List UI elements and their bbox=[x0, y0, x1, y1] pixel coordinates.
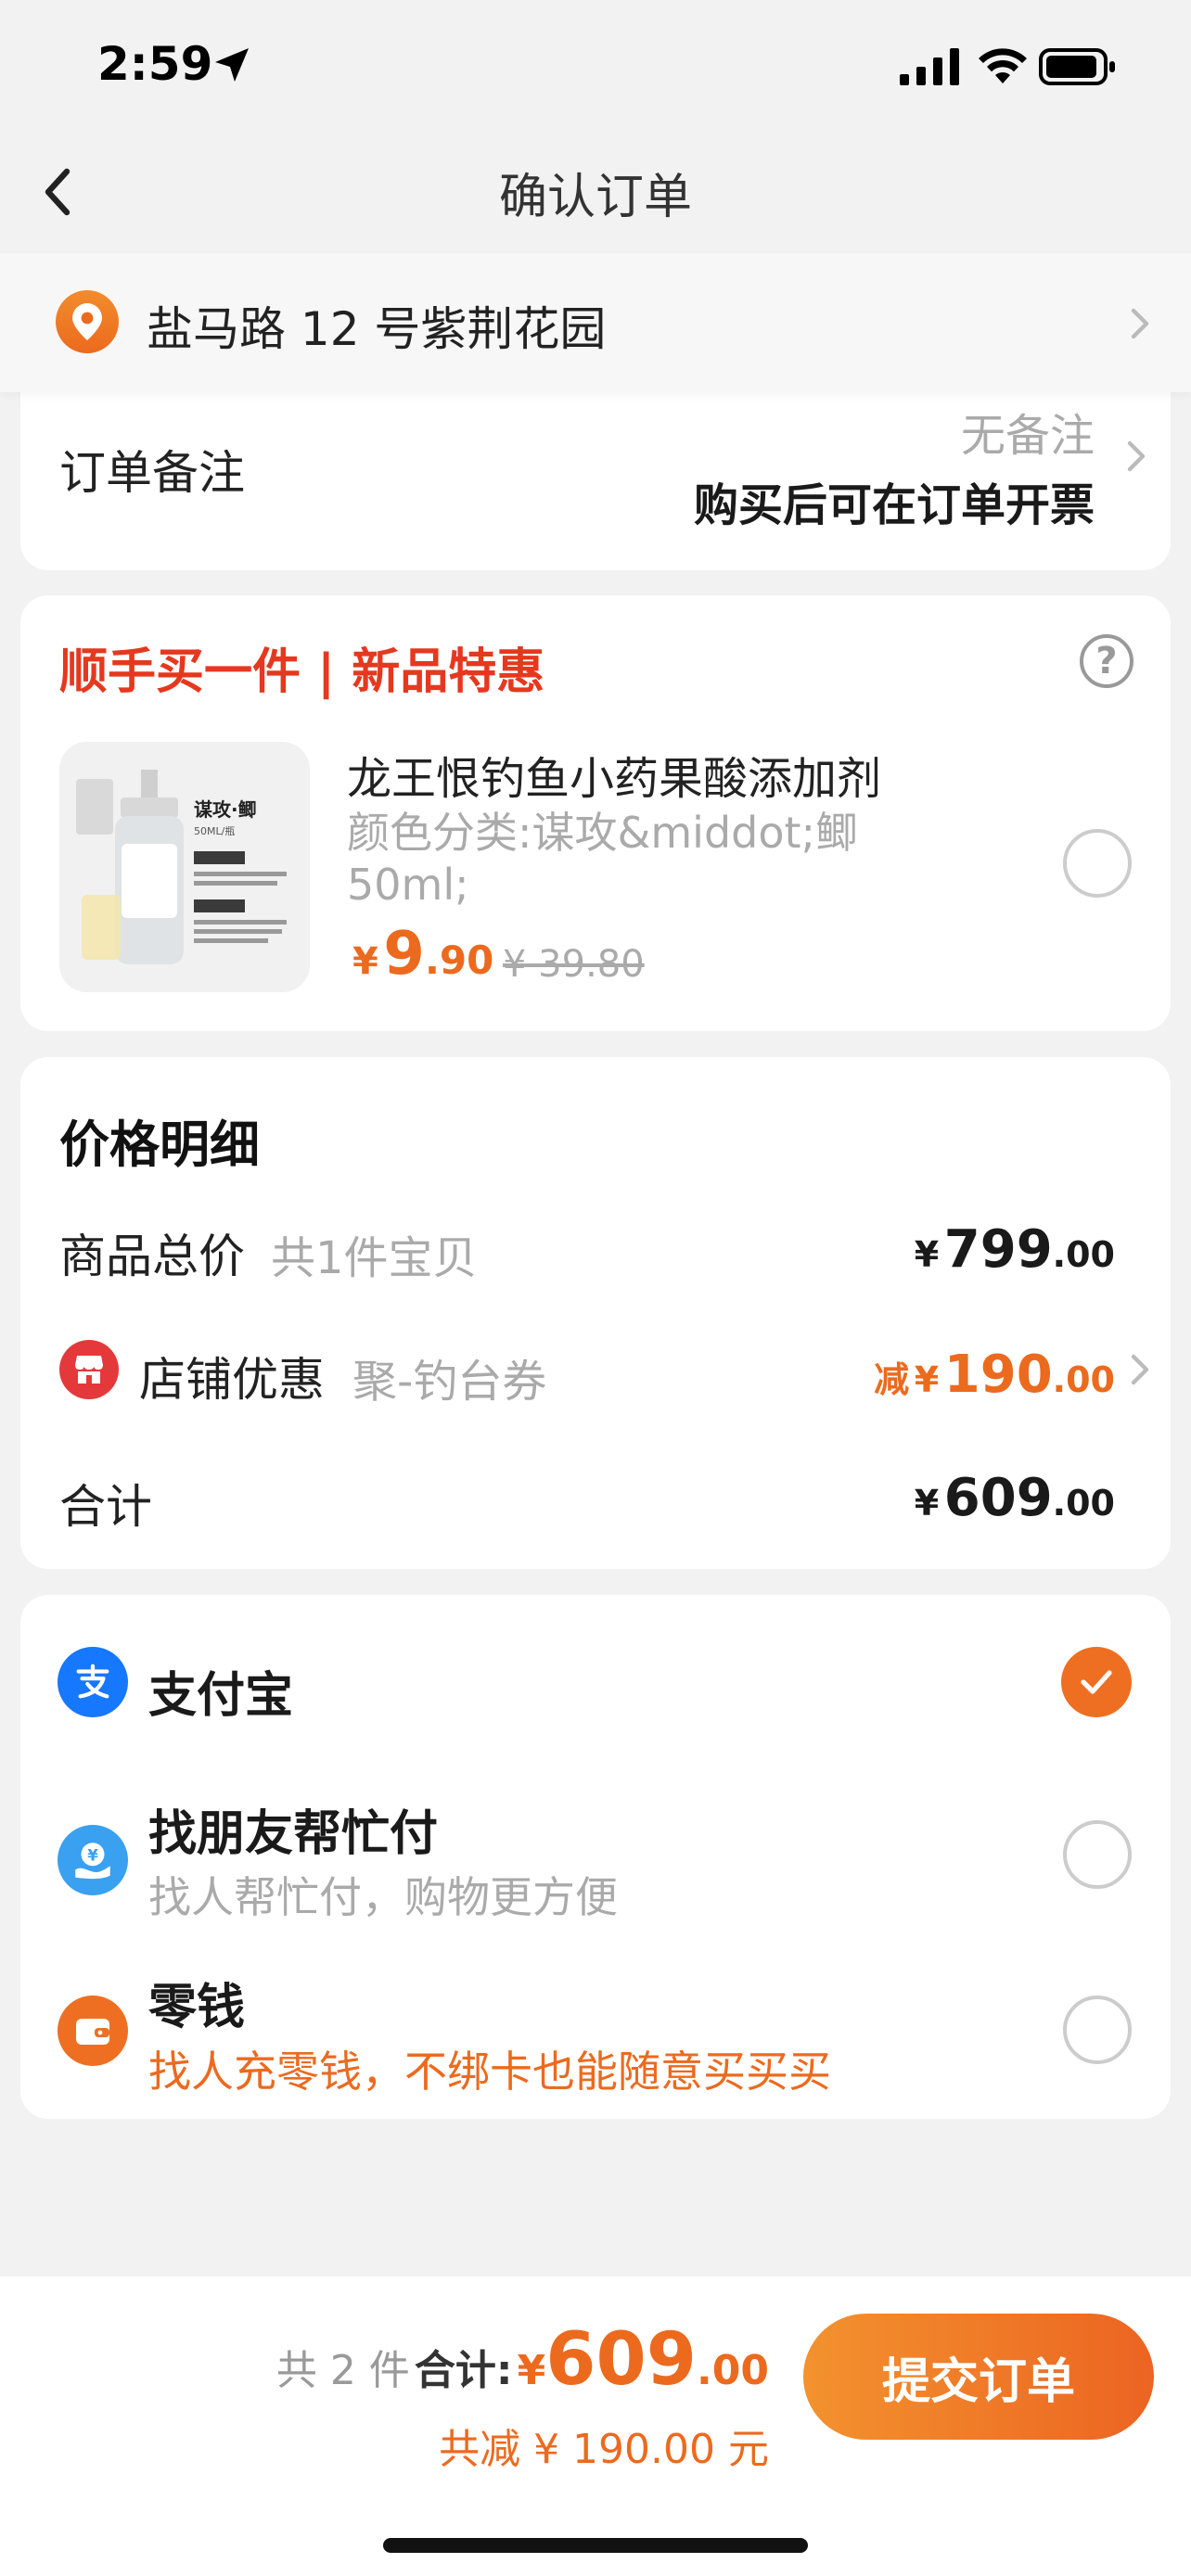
amount-integer: 799 bbox=[943, 1219, 1053, 1280]
currency-symbol: ¥ bbox=[914, 1483, 940, 1524]
total-label: 合计 bbox=[59, 1480, 152, 1534]
amount-decimal: .00 bbox=[1052, 1359, 1115, 1400]
amount-decimal: .00 bbox=[1052, 1483, 1115, 1524]
wallet-icon bbox=[58, 1996, 128, 2066]
total-amount: ¥ 609.00 bbox=[915, 1468, 1115, 1528]
price-integer: 9 bbox=[383, 920, 425, 988]
discount-summary: 共减 ¥ 190.00 元 bbox=[439, 2426, 769, 2473]
shop-coupon-name: 聚-钓台券 bbox=[352, 1356, 547, 1408]
payment-option-name[interactable]: 零钱 bbox=[148, 1968, 245, 2037]
remark-label: 订单备注 bbox=[59, 446, 245, 500]
svg-text:¥: ¥ bbox=[87, 1846, 98, 1864]
cellular-signal-icon bbox=[900, 48, 959, 85]
payment-option-name[interactable]: 支付宝 bbox=[148, 1656, 293, 1726]
friend-pay-icon: ¥ bbox=[58, 1825, 128, 1895]
discount-prefix: 减 bbox=[874, 1359, 910, 1400]
amount-integer: 190 bbox=[943, 1345, 1053, 1405]
submit-order-button[interactable]: 提交订单 bbox=[803, 2314, 1154, 2440]
product-price: ¥ 9.90 bbox=[352, 920, 493, 988]
sum-integer: 609 bbox=[545, 2318, 698, 2402]
addon-title: 顺手买一件 | 新品特惠 bbox=[59, 644, 545, 700]
order-summary: 共 2 件 合计: ¥609.00 bbox=[276, 2318, 769, 2402]
currency-symbol: ¥ bbox=[914, 1234, 940, 1275]
goods-count: 共1件宝贝 bbox=[271, 1232, 478, 1284]
goods-total-label: 商品总价 bbox=[59, 1230, 245, 1283]
payment-option-desc: 找人帮忙付，购物更方便 bbox=[148, 1872, 618, 1922]
amount-decimal: .00 bbox=[1052, 1234, 1115, 1275]
payment-method-card: 支付宝 ¥ 找朋友帮忙付 找人帮忙付，购物更方便 零钱 找人充零钱，不绑卡也能随… bbox=[20, 1595, 1171, 2119]
battery-icon bbox=[1039, 48, 1115, 85]
product-image-label: 谋攻·鲫 bbox=[194, 798, 257, 821]
currency-symbol: ¥ bbox=[914, 1359, 940, 1400]
payment-radio[interactable] bbox=[1063, 1996, 1132, 2064]
product-image-sub: 50ML/瓶 bbox=[194, 824, 235, 837]
shop-discount-label[interactable]: 店铺优惠 bbox=[139, 1343, 325, 1409]
product-name[interactable]: 龙王恨钓鱼小药果酸添加剂 bbox=[347, 742, 881, 807]
payment-option-desc: 找人充零钱，不绑卡也能随意买买买 bbox=[148, 2047, 831, 2097]
address-text: 盐马路 12 号紫荆花园 bbox=[147, 302, 607, 356]
sum-decimal: .00 bbox=[697, 2347, 769, 2394]
page-title: 确认订单 bbox=[498, 170, 692, 225]
currency-symbol: ¥ bbox=[517, 2347, 546, 2394]
checkout-bar: 共 2 件 合计: ¥609.00 共减 ¥ 190.00 元 提交订单 bbox=[0, 2276, 1191, 2576]
alipay-icon bbox=[58, 1647, 128, 1717]
addon-select-radio[interactable] bbox=[1063, 829, 1132, 898]
wifi-icon bbox=[979, 48, 1027, 83]
home-indicator bbox=[383, 2538, 808, 2553]
original-price: ¥ 39.80 bbox=[503, 943, 645, 986]
location-pin-icon bbox=[56, 290, 119, 353]
shop-discount-amount[interactable]: 减 ¥ 190.00 bbox=[874, 1345, 1115, 1405]
invoice-hint: 购买后可在订单开票 bbox=[693, 479, 1095, 531]
chevron-right-icon bbox=[1126, 1351, 1154, 1388]
remark-value: 无备注 bbox=[960, 410, 1095, 462]
payment-radio[interactable] bbox=[1063, 1820, 1132, 1889]
product-image[interactable]: 谋攻·鲫 50ML/瓶 bbox=[59, 742, 310, 992]
goods-total-amount: ¥ 799.00 bbox=[915, 1219, 1115, 1280]
help-icon[interactable]: ? bbox=[1080, 634, 1133, 688]
payment-radio-selected[interactable] bbox=[1061, 1647, 1132, 1717]
amount-integer: 609 bbox=[943, 1468, 1053, 1528]
sum-label: 合计: bbox=[414, 2347, 513, 2394]
status-bar: 2:59 bbox=[0, 0, 1191, 134]
price-currency: ¥ bbox=[352, 940, 378, 983]
address-bar[interactable]: 盐马路 12 号紫荆花园 bbox=[0, 253, 1191, 392]
product-spec: 颜色分类:谋攻&middot;鲫 50ml; bbox=[347, 808, 859, 910]
shop-icon bbox=[59, 1340, 119, 1399]
item-count: 共 2 件 bbox=[275, 2347, 410, 2394]
price-decimal: .90 bbox=[424, 937, 494, 983]
price-detail-title: 价格明细 bbox=[59, 1116, 260, 1174]
location-arrow-icon bbox=[215, 48, 249, 82]
order-remark-row[interactable]: 订单备注 无备注 购买后可在订单开票 bbox=[20, 371, 1171, 570]
addon-product-card: 顺手买一件 | 新品特惠 ? 谋攻·鲫 50ML/瓶 龙王恨钓鱼小药果酸添加剂 … bbox=[20, 595, 1171, 1031]
price-detail-card: 价格明细 商品总价 共1件宝贝 ¥ 799.00 店铺优惠 聚-钓台券 减 ¥ … bbox=[20, 1057, 1171, 1569]
payment-option-name[interactable]: 找朋友帮忙付 bbox=[148, 1794, 438, 1864]
chevron-right-icon bbox=[1126, 305, 1154, 342]
chevron-right-icon bbox=[1122, 438, 1150, 475]
status-time: 2:59 bbox=[97, 37, 213, 91]
